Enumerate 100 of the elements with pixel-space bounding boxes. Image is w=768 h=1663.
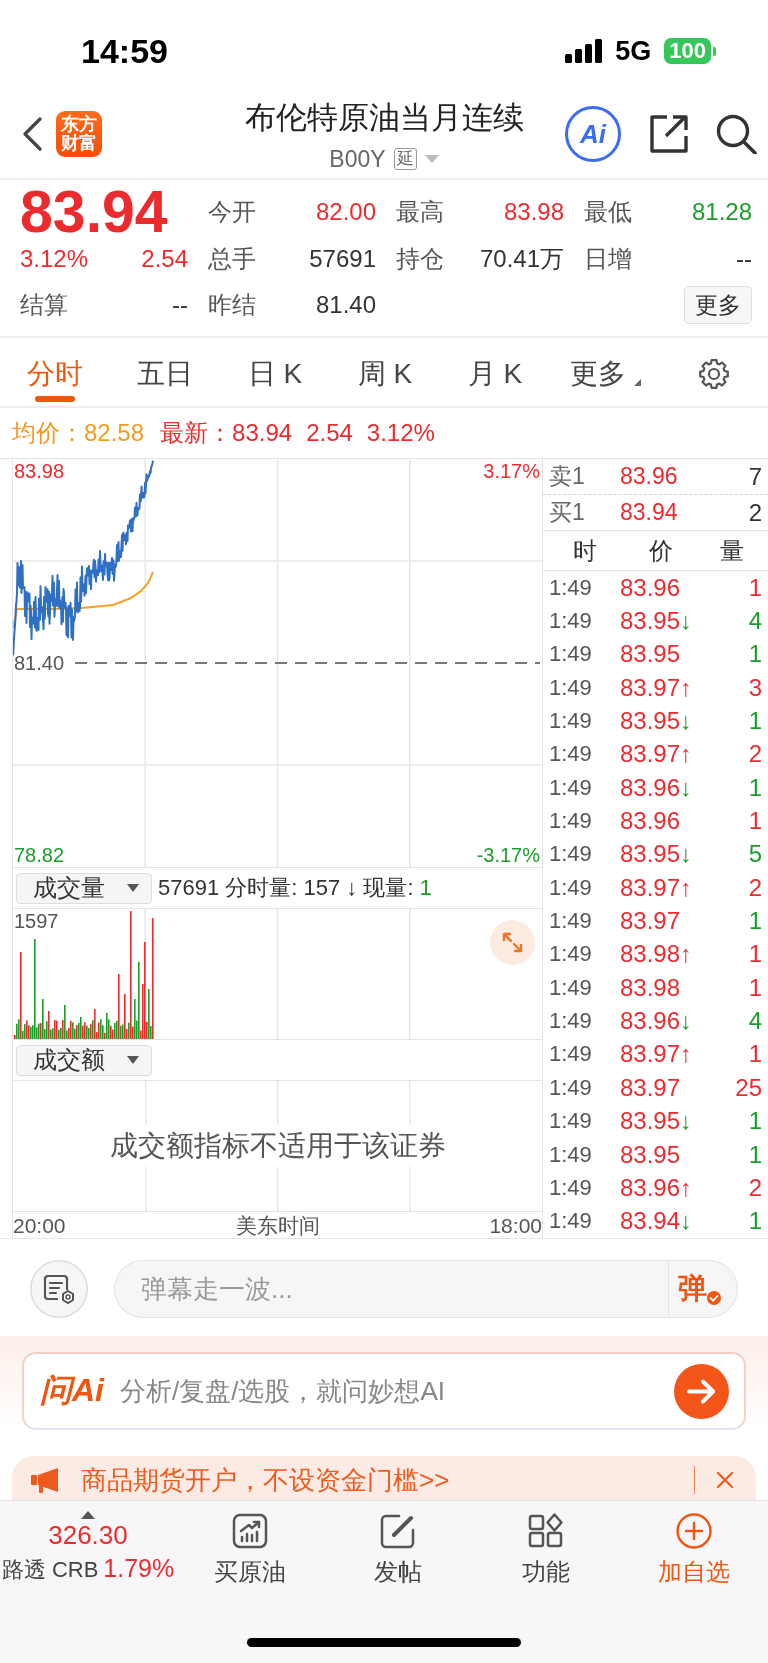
delay-tag: 延 (393, 148, 417, 170)
stat-label: 最低 (584, 197, 632, 227)
stat-label: 日增 (584, 244, 632, 274)
trade-volume: 1 (748, 807, 762, 836)
more-button[interactable]: 更多 (684, 286, 752, 324)
reference-price-label: 81.40 (14, 651, 65, 675)
apps-icon (528, 1513, 564, 1549)
trade-price: 83.95 (620, 1140, 682, 1169)
price-axis-label: 78.82 (14, 843, 65, 867)
chart-tab[interactable]: 更多 (550, 338, 660, 406)
trade-volume: 1 (748, 940, 762, 969)
ai-prompt-field[interactable]: 分析/复盘/选股，就问妙想AI (120, 1371, 658, 1411)
chart-tab[interactable]: 五日 (110, 338, 220, 406)
trade-time: 1:49 (549, 841, 593, 868)
trade-price: 83.97↑ (620, 873, 694, 902)
trade-price: 83.96↓ (620, 1007, 694, 1036)
latest-price-value: 83.94 (232, 419, 293, 447)
indicator-selector[interactable]: 成交量 (16, 872, 152, 904)
close-icon[interactable] (716, 1471, 734, 1489)
stat-label: 最高 (396, 197, 444, 227)
trade-time: 1:49 (549, 1108, 593, 1135)
index-value: 326.30 (48, 1521, 128, 1549)
app-logo: 东方 财富 (56, 111, 102, 157)
trade-price: 83.97 (620, 1073, 682, 1102)
signal-icon (565, 39, 603, 63)
share-icon[interactable] (648, 114, 689, 154)
trade-price: 83.98 (620, 973, 682, 1002)
comment-field[interactable]: 弹幕走一波... (114, 1260, 668, 1318)
caret-icon (127, 1056, 139, 1064)
index-change: 1.79% (103, 1554, 175, 1583)
trade-volume: 2 (748, 873, 762, 902)
network-label: 5G (615, 35, 652, 67)
trade-volume: 1 (748, 640, 762, 669)
trade-price: 83.96↑ (620, 1173, 694, 1202)
search-icon[interactable] (716, 114, 757, 154)
trade-time: 1:49 (549, 874, 593, 901)
indicator-selector[interactable]: 成交额 (16, 1044, 152, 1076)
time-axis-label: 18:00 (489, 1214, 542, 1238)
column-header: 量 (719, 535, 744, 566)
stat-value: -- (172, 291, 188, 319)
page-title: 布伦特原油当月连续 (244, 99, 524, 137)
trade-price: 83.94↓ (620, 1207, 694, 1236)
trade-time: 1:49 (549, 641, 593, 668)
change-percent: 3.12% (20, 245, 89, 273)
chart-tab[interactable]: 分时 (0, 338, 110, 406)
volume-axis-label: 1597 (13, 909, 59, 933)
chart-tab[interactable]: 周 K (330, 338, 440, 406)
trade-price: 83.95↓ (620, 707, 694, 736)
stat-label: 总手 (208, 244, 256, 274)
contract-code: B00Y (329, 145, 386, 173)
ai-logo: 问Ai (40, 1371, 104, 1410)
order-book-label: 买1 (549, 498, 586, 527)
trade-price: 83.96↓ (620, 773, 694, 802)
bottom-nav-item[interactable]: 买原油 (214, 1511, 286, 1601)
caret-icon (633, 378, 641, 386)
stat-label: 昨结 (208, 290, 256, 320)
trade-volume: 1 (748, 773, 762, 802)
send-icon[interactable] (674, 1363, 729, 1419)
trade-volume: 25 (735, 1073, 762, 1102)
trade-volume: 2 (748, 1173, 762, 1202)
trade-time: 1:49 (549, 574, 593, 601)
trade-volume: 4 (748, 1007, 762, 1036)
settings-icon[interactable] (698, 358, 730, 390)
danmu-settings-icon[interactable] (30, 1260, 88, 1318)
bottom-nav-item[interactable]: 功能 (522, 1511, 570, 1601)
trade-price: 83.97↑ (620, 1040, 694, 1069)
expand-icon[interactable] (490, 920, 535, 965)
trade-volume: 5 (748, 840, 762, 869)
status-time: 14:59 (81, 31, 168, 71)
trade-price: 83.95 (620, 640, 682, 669)
trade-time: 1:49 (549, 1141, 593, 1168)
change-amount: 2.54 (141, 245, 188, 273)
stat-label: 结算 (20, 290, 68, 320)
trade-price: 83.95↓ (620, 840, 694, 869)
timezone-label: 美东时间 (235, 1213, 320, 1239)
chart-tab[interactable]: 日 K (220, 338, 330, 406)
trade-time: 1:49 (549, 708, 593, 735)
check-badge-icon (706, 1291, 721, 1305)
latest-change-percent: 3.12% (366, 419, 435, 447)
trade-volume: 1 (748, 973, 762, 1002)
trade-price: 83.95↓ (620, 1107, 694, 1136)
percent-axis-label: -3.17% (476, 843, 540, 867)
volume-summary: 57691 分时量: 157 ↓ 现量: (158, 874, 414, 902)
stat-label: 持仓 (396, 244, 444, 274)
trade-price: 83.97↑ (620, 740, 694, 769)
trade-volume: 1 (748, 907, 762, 936)
bottom-nav-item[interactable]: 发帖 (374, 1511, 422, 1601)
current-volume: 1 (419, 875, 432, 901)
ai-assistant-button[interactable]: Ai (565, 106, 621, 162)
index-name: 路透 CRB (1, 1556, 99, 1584)
average-price-label: 均价： (12, 418, 84, 448)
stat-value: 81.28 (691, 198, 752, 226)
back-icon[interactable] (21, 117, 43, 151)
trade-volume: 2 (748, 740, 762, 769)
chart-tab[interactable]: 月 K (440, 338, 550, 406)
trade-volume: 1 (748, 1040, 762, 1069)
trade-time: 1:49 (549, 1208, 593, 1235)
column-header: 价 (648, 535, 673, 566)
chart-message: 成交额指标不适用于该证券 (109, 1125, 446, 1167)
price-axis-label: 83.98 (14, 459, 65, 483)
